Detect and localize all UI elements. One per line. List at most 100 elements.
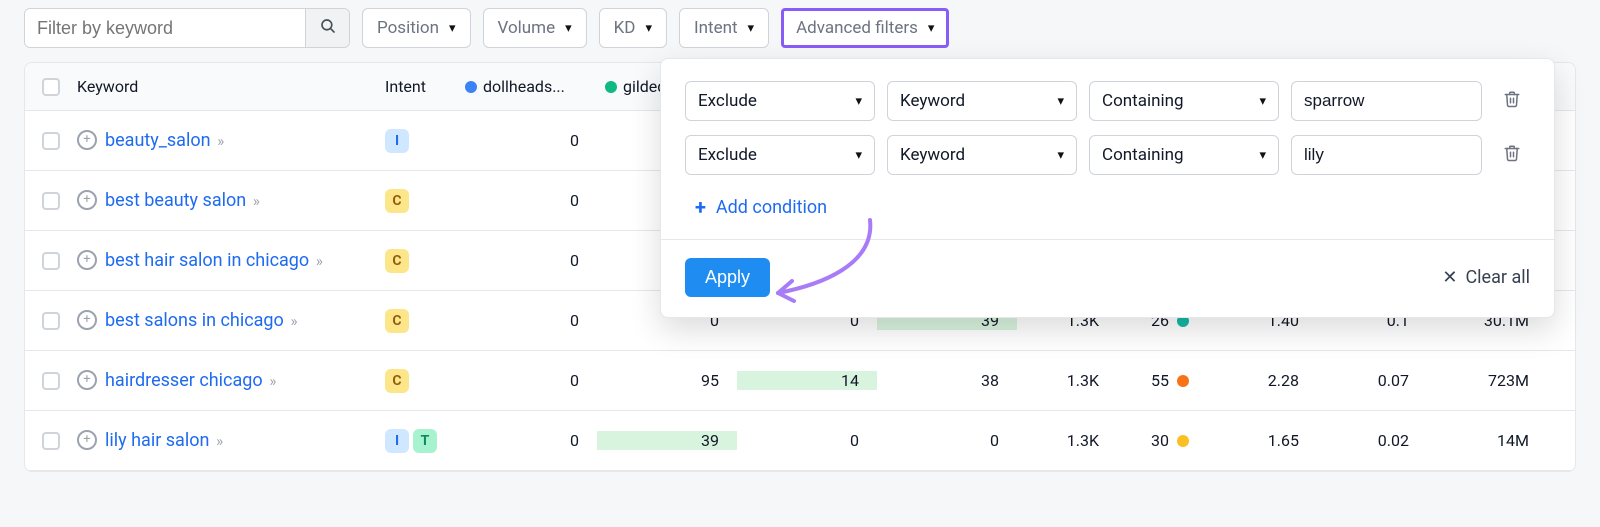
metric-cell: 1.3K: [1017, 371, 1117, 390]
metric-cell: 14M: [1427, 431, 1547, 450]
advanced-filters-button[interactable]: Advanced filters ▾: [781, 8, 949, 48]
keyword-cell: + beauty_salon »: [77, 118, 377, 163]
keyword-link[interactable]: best hair salon in chicago »: [105, 248, 320, 273]
keyword-link[interactable]: lily hair salon »: [105, 428, 220, 453]
chevron-down-icon: ▾: [748, 21, 755, 36]
kd-dot-icon: [1177, 435, 1189, 447]
popover-footer: Apply ✕ Clear all: [661, 239, 1554, 317]
keyword-link[interactable]: best salons in chicago »: [105, 308, 295, 333]
intent-badge-i: I: [385, 129, 409, 153]
search-icon: [319, 17, 337, 40]
kd-cell: 30: [1117, 431, 1207, 450]
intent-badge-c: C: [385, 369, 409, 393]
chevron-down-icon: ▾: [855, 94, 862, 109]
metric-cell: 0.02: [1317, 431, 1427, 450]
volume-filter-label: Volume: [498, 18, 556, 38]
keyword-link[interactable]: beauty_salon »: [105, 128, 221, 153]
expand-icon[interactable]: +: [77, 130, 97, 150]
condition-mode-value: Exclude: [698, 91, 757, 111]
row-checkbox[interactable]: [42, 192, 60, 210]
metric-cell: 0: [877, 431, 1017, 450]
keyword-filter-input[interactable]: [25, 9, 305, 47]
kd-filter[interactable]: KD ▾: [599, 8, 667, 48]
metric-cell: 38: [877, 371, 1017, 390]
delete-condition-button[interactable]: [1494, 89, 1530, 114]
metric-cell: 39: [597, 431, 737, 450]
condition-value-input[interactable]: [1291, 135, 1482, 175]
keyword-cell: + hairdresser chicago »: [77, 358, 377, 403]
condition-field-value: Keyword: [900, 145, 965, 165]
metric-cell: 1.65: [1207, 431, 1317, 450]
filter-condition-row: Exclude ▾ Keyword ▾ Containing ▾: [661, 135, 1554, 189]
condition-op-select[interactable]: Containing ▾: [1089, 81, 1279, 121]
metric-cell: 0.07: [1317, 371, 1427, 390]
expand-icon[interactable]: +: [77, 370, 97, 390]
metric-cell: 0: [457, 431, 597, 450]
close-icon: ✕: [1442, 267, 1457, 288]
advanced-filters-label: Advanced filters: [796, 18, 918, 38]
clear-all-button[interactable]: ✕ Clear all: [1442, 267, 1530, 288]
keyword-link[interactable]: best beauty salon »: [105, 188, 257, 213]
plus-icon: +: [695, 195, 706, 219]
apply-button-label: Apply: [705, 267, 750, 287]
expand-icon[interactable]: +: [77, 250, 97, 270]
metric-cell: 0: [457, 371, 597, 390]
keyword-cell: + lily hair salon »: [77, 418, 377, 463]
keyword-cell: + best hair salon in chicago »: [77, 238, 377, 283]
intent-cell: C: [377, 369, 457, 393]
expand-icon[interactable]: +: [77, 430, 97, 450]
chevron-down-icon: ▾: [565, 21, 572, 36]
kd-dot-icon: [1177, 375, 1189, 387]
condition-value-input[interactable]: [1291, 81, 1482, 121]
metric-cell: 95: [597, 371, 737, 390]
keyword-cell: + best beauty salon »: [77, 178, 377, 223]
add-condition-label: Add condition: [716, 197, 827, 218]
col-intent: Intent: [377, 77, 457, 96]
intent-cell: I: [377, 129, 457, 153]
expand-icon[interactable]: +: [77, 190, 97, 210]
delete-condition-button[interactable]: [1494, 143, 1530, 168]
condition-field-select[interactable]: Keyword ▾: [887, 81, 1077, 121]
chevron-right-icon: »: [215, 432, 220, 450]
add-condition-button[interactable]: + Add condition: [661, 189, 1554, 239]
condition-op-value: Containing: [1102, 91, 1184, 111]
condition-mode-value: Exclude: [698, 145, 757, 165]
expand-icon[interactable]: +: [77, 310, 97, 330]
row-checkbox[interactable]: [42, 372, 60, 390]
chevron-right-icon: »: [315, 252, 320, 270]
condition-field-value: Keyword: [900, 91, 965, 111]
chevron-down-icon: ▾: [645, 21, 652, 36]
keyword-link[interactable]: hairdresser chicago »: [105, 368, 273, 393]
intent-cell: C: [377, 249, 457, 273]
volume-filter[interactable]: Volume ▾: [483, 8, 587, 48]
position-filter-label: Position: [377, 18, 439, 38]
condition-mode-select[interactable]: Exclude ▾: [685, 135, 875, 175]
intent-badge-c: C: [385, 249, 409, 273]
col-domain-1-label: dollheads...: [483, 77, 565, 96]
keyword-filter-submit[interactable]: [305, 9, 349, 47]
condition-field-select[interactable]: Keyword ▾: [887, 135, 1077, 175]
keyword-filter-search: [24, 8, 350, 48]
chevron-down-icon: ▾: [1057, 148, 1064, 163]
intent-cell: C: [377, 189, 457, 213]
row-checkbox[interactable]: [42, 132, 60, 150]
metric-cell: 0: [457, 251, 597, 270]
intent-filter[interactable]: Intent ▾: [679, 8, 769, 48]
position-filter[interactable]: Position ▾: [362, 8, 471, 48]
chevron-right-icon: »: [217, 132, 222, 150]
metric-cell: 0: [737, 431, 877, 450]
row-checkbox[interactable]: [42, 432, 60, 450]
row-checkbox[interactable]: [42, 252, 60, 270]
select-all-checkbox[interactable]: [42, 78, 60, 96]
metric-cell: 1.3K: [1017, 431, 1117, 450]
metric-cell: 0: [457, 311, 597, 330]
chevron-right-icon: »: [252, 192, 257, 210]
intent-cell: C: [377, 309, 457, 333]
condition-op-select[interactable]: Containing ▾: [1089, 135, 1279, 175]
intent-cell: IT: [377, 429, 457, 453]
apply-button[interactable]: Apply: [685, 258, 770, 297]
intent-badge-c: C: [385, 309, 409, 333]
row-checkbox[interactable]: [42, 312, 60, 330]
condition-mode-select[interactable]: Exclude ▾: [685, 81, 875, 121]
chevron-down-icon: ▾: [449, 21, 456, 36]
